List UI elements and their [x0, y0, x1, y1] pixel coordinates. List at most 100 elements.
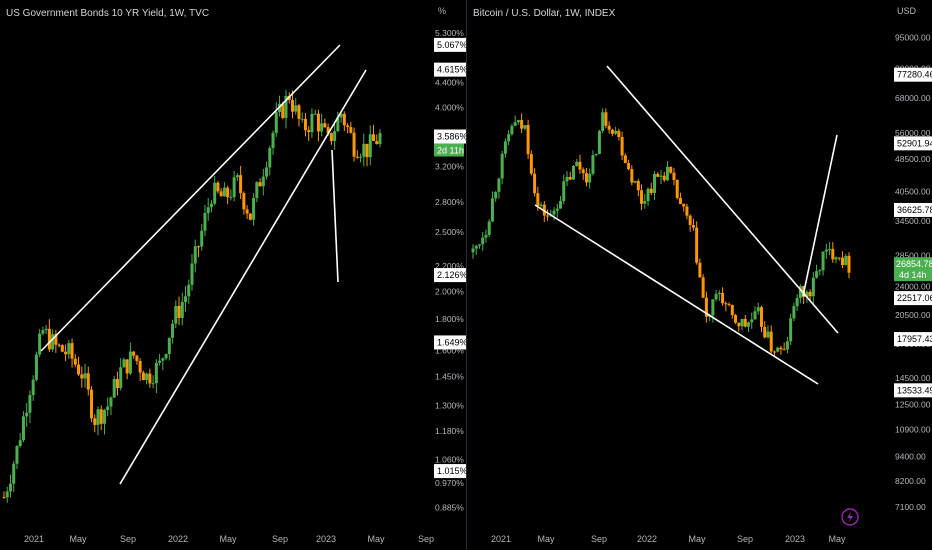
candle [792, 302, 796, 322]
candle [730, 304, 734, 319]
y-tick-label: 2.000% [435, 286, 464, 296]
candle [12, 460, 16, 493]
x-tick-label: 2022 [168, 534, 188, 544]
candle [630, 165, 634, 186]
current-price-badge: 2d 11h [434, 143, 464, 157]
candle [685, 203, 689, 220]
candle [34, 351, 38, 382]
candle [837, 257, 841, 261]
candle [122, 357, 126, 368]
candle [568, 171, 572, 180]
trendline[interactable] [331, 149, 339, 283]
candle [750, 312, 754, 329]
trendline[interactable] [40, 44, 341, 352]
y-tick-label: 40500.00 [895, 187, 931, 197]
lightning-icon[interactable] [841, 508, 859, 526]
candle [161, 357, 165, 371]
candle [828, 242, 832, 256]
y-tick-label: 34500.00 [895, 216, 931, 226]
x-tick-label: Sep [737, 534, 753, 544]
svg-text:4.615%: 4.615% [437, 65, 466, 75]
bitcoin-chart[interactable]: Bitcoin / U.S. Dollar, 1W, INDEX USD 950… [467, 0, 932, 550]
candle [145, 372, 149, 385]
candle [28, 390, 32, 424]
candle [597, 129, 601, 155]
candle [721, 287, 725, 306]
candle [698, 258, 702, 278]
candle [779, 345, 783, 355]
candle [375, 134, 379, 145]
candle [80, 366, 84, 388]
candle [795, 294, 799, 311]
candle [274, 102, 278, 138]
candles-group [2, 89, 382, 503]
candle [523, 125, 527, 131]
right-chart-pane[interactable]: Bitcoin / U.S. Dollar, 1W, INDEX USD 950… [466, 0, 932, 550]
trendline[interactable] [534, 204, 819, 385]
left-chart-pane[interactable]: US Government Bonds 10 YR Yield, 1W, TVC… [0, 0, 466, 550]
candle [158, 353, 162, 366]
candle [362, 133, 366, 167]
candle [682, 203, 686, 212]
y-axis-unit: % [438, 6, 446, 16]
candle [47, 319, 51, 352]
y-tick-label: 14500.00 [895, 373, 931, 383]
price-badge: 1.015% [434, 464, 466, 479]
candle [125, 359, 129, 380]
candle [766, 325, 770, 339]
price-badge: 13533.49 [894, 383, 932, 398]
bond-yield-chart[interactable]: US Government Bonds 10 YR Yield, 1W, TVC… [0, 0, 466, 550]
candle [209, 199, 213, 213]
candle [756, 302, 760, 315]
candle [368, 125, 372, 166]
candle [284, 89, 288, 129]
candle [99, 405, 103, 431]
candle [737, 322, 741, 332]
candle [154, 359, 158, 394]
candle [656, 172, 660, 178]
candle [477, 243, 481, 249]
candle [239, 165, 243, 200]
candle [187, 279, 191, 304]
candle [77, 356, 81, 376]
candle [513, 115, 517, 126]
candle [355, 150, 359, 159]
svg-text:1.015%: 1.015% [437, 466, 466, 476]
candle [180, 292, 184, 326]
x-tick-label: May [69, 534, 87, 544]
x-tick-label: 2023 [316, 534, 336, 544]
current-price-badge: 26854.784d 14h [894, 257, 932, 282]
y-tick-label: 48500.00 [895, 154, 931, 164]
x-tick-label: Sep [120, 534, 136, 544]
trendline[interactable] [119, 69, 367, 485]
trendlines-group [534, 65, 839, 385]
y-tick-label: 5.300% [435, 28, 464, 38]
candle [640, 184, 644, 211]
candle [785, 336, 789, 354]
candle [106, 397, 110, 417]
candle [643, 194, 647, 209]
candle [73, 354, 77, 368]
candle [555, 203, 559, 218]
candle [763, 321, 767, 339]
candle [38, 328, 42, 357]
candle [135, 354, 139, 365]
candle [510, 123, 514, 136]
candle [54, 329, 58, 353]
candle [151, 375, 155, 389]
candle [520, 113, 524, 134]
svg-text:13533.49: 13533.49 [897, 385, 932, 395]
candle [818, 268, 822, 276]
candle [109, 396, 113, 416]
candle [507, 130, 511, 146]
y-tick-label: 4.000% [435, 103, 464, 113]
candle [297, 103, 301, 127]
svg-text:26854.78: 26854.78 [896, 259, 932, 269]
candle [352, 127, 356, 162]
y-tick-label: 2.500% [435, 227, 464, 237]
y-tick-label: 12500.00 [895, 400, 931, 410]
x-tick-label: 2021 [491, 534, 511, 544]
candle [294, 97, 298, 115]
candle [349, 121, 353, 134]
x-axis: 2021 May Sep 2022 May Sep 2023 May Sep [24, 534, 434, 544]
